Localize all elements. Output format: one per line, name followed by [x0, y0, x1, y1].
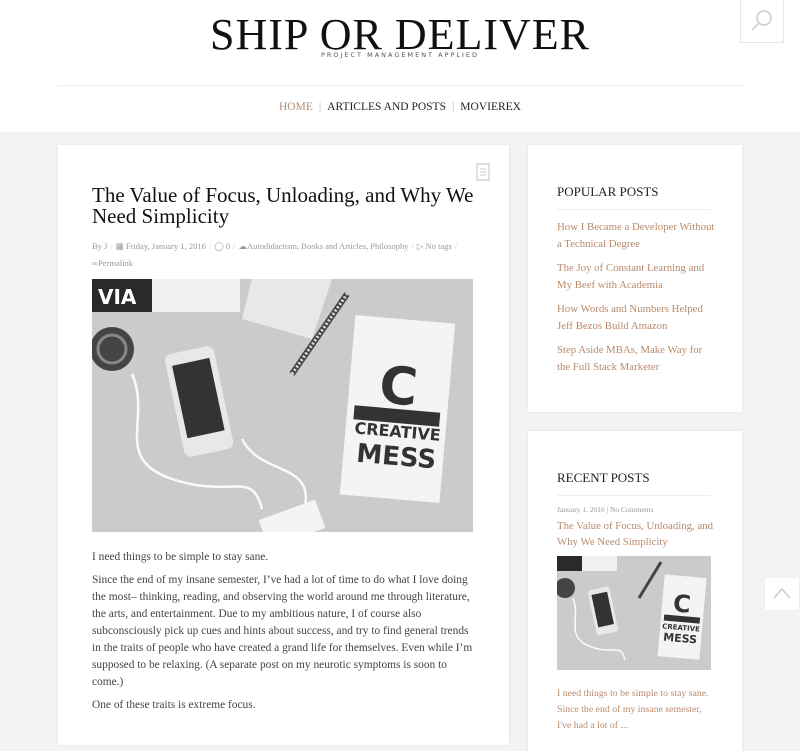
search-icon [751, 10, 772, 31]
recent-post-date: January 1, 2016 [557, 505, 605, 514]
header-divider [58, 85, 743, 86]
post-card: The Value of Focus, Unloading, and Why W… [58, 145, 509, 745]
widget-divider [557, 209, 711, 210]
tag-icon: ▷ [416, 241, 426, 251]
site-tagline: PROJECT MANAGEMENT APPLIED [320, 51, 480, 59]
search-button[interactable] [740, 0, 784, 43]
recent-post-thumbnail[interactable]: C CREATIVE MESS [557, 556, 711, 670]
post-content: I need things to be simple to stay sane.… [92, 549, 478, 720]
post-paragraph: I need things to be simple to stay sane. [92, 551, 269, 563]
popular-posts-list: How I Became a Developer Without a Techn… [557, 219, 717, 383]
paper-text: VIA [98, 285, 137, 309]
post-paragraph: Since the end of my insane semester, I’v… [92, 574, 473, 688]
popular-post-link[interactable]: Step Aside MBAs, Make Way for the Full S… [557, 342, 717, 376]
recent-post-comments[interactable]: No Comments [610, 505, 654, 514]
folder-icon: ☁ [238, 241, 247, 251]
recent-post-meta: January 1, 2016 | No Comments [557, 505, 654, 514]
nav-articles[interactable]: ARTICLES AND POSTS [321, 101, 452, 113]
popular-post-link[interactable]: The Joy of Constant Learning and My Beef… [557, 260, 717, 294]
site-header: SHIP OR DELIVER PROJECT MANAGEMENT APPLI… [0, 0, 800, 132]
featured-image[interactable]: VIA C CREATIVE MESS [92, 279, 473, 532]
post-date: Friday, January 1, 2016 [125, 241, 206, 251]
recent-posts-title: RECENT POSTS [557, 470, 650, 485]
main-nav: HOME | ARTICLES AND POSTS | MOVIEREX [0, 101, 800, 113]
arrow-up-icon [773, 587, 791, 599]
post-paragraph: One of these traits is extreme focus. [92, 699, 256, 711]
post-title[interactable]: The Value of Focus, Unloading, and Why W… [92, 185, 482, 227]
post-author[interactable]: By J [92, 241, 107, 251]
popular-posts-widget: POPULAR POSTS How I Became a Developer W… [528, 145, 742, 412]
nav-movierex[interactable]: MOVIEREX [454, 101, 527, 113]
post-tags: No tags [425, 241, 452, 251]
thumbnail-photo: C CREATIVE MESS [557, 556, 711, 670]
post-format-icon [476, 163, 490, 181]
comment-icon: ◯ [214, 241, 226, 251]
nav-home[interactable]: HOME [273, 101, 319, 113]
post-permalink[interactable]: Permalink [98, 258, 133, 268]
post-categories[interactable]: Autodidactism, Books and Articles, Philo… [247, 241, 409, 251]
recent-post-excerpt: I need things to be simple to stay sane.… [557, 688, 709, 731]
recent-post-title[interactable]: The Value of Focus, Unloading, and Why W… [557, 518, 717, 550]
post-meta: By J / ▦ Friday, January 1, 2016/◯ 0/☁Auto… [92, 241, 458, 268]
popular-posts-title: POPULAR POSTS [557, 184, 659, 199]
calendar-icon: ▦ [115, 241, 126, 251]
thumbnail-letter: C [672, 589, 692, 618]
back-to-top-button[interactable] [764, 577, 800, 611]
recent-posts-widget: RECENT POSTS January 1, 2016 | No Commen… [528, 431, 742, 751]
featured-photo: VIA C CREATIVE MESS [92, 279, 473, 532]
popular-post-link[interactable]: How Words and Numbers Helped Jeff Bezos … [557, 301, 717, 335]
post-comments[interactable]: 0 [226, 241, 230, 251]
popular-post-link[interactable]: How I Became a Developer Without a Techn… [557, 219, 717, 253]
widget-divider [557, 495, 711, 496]
